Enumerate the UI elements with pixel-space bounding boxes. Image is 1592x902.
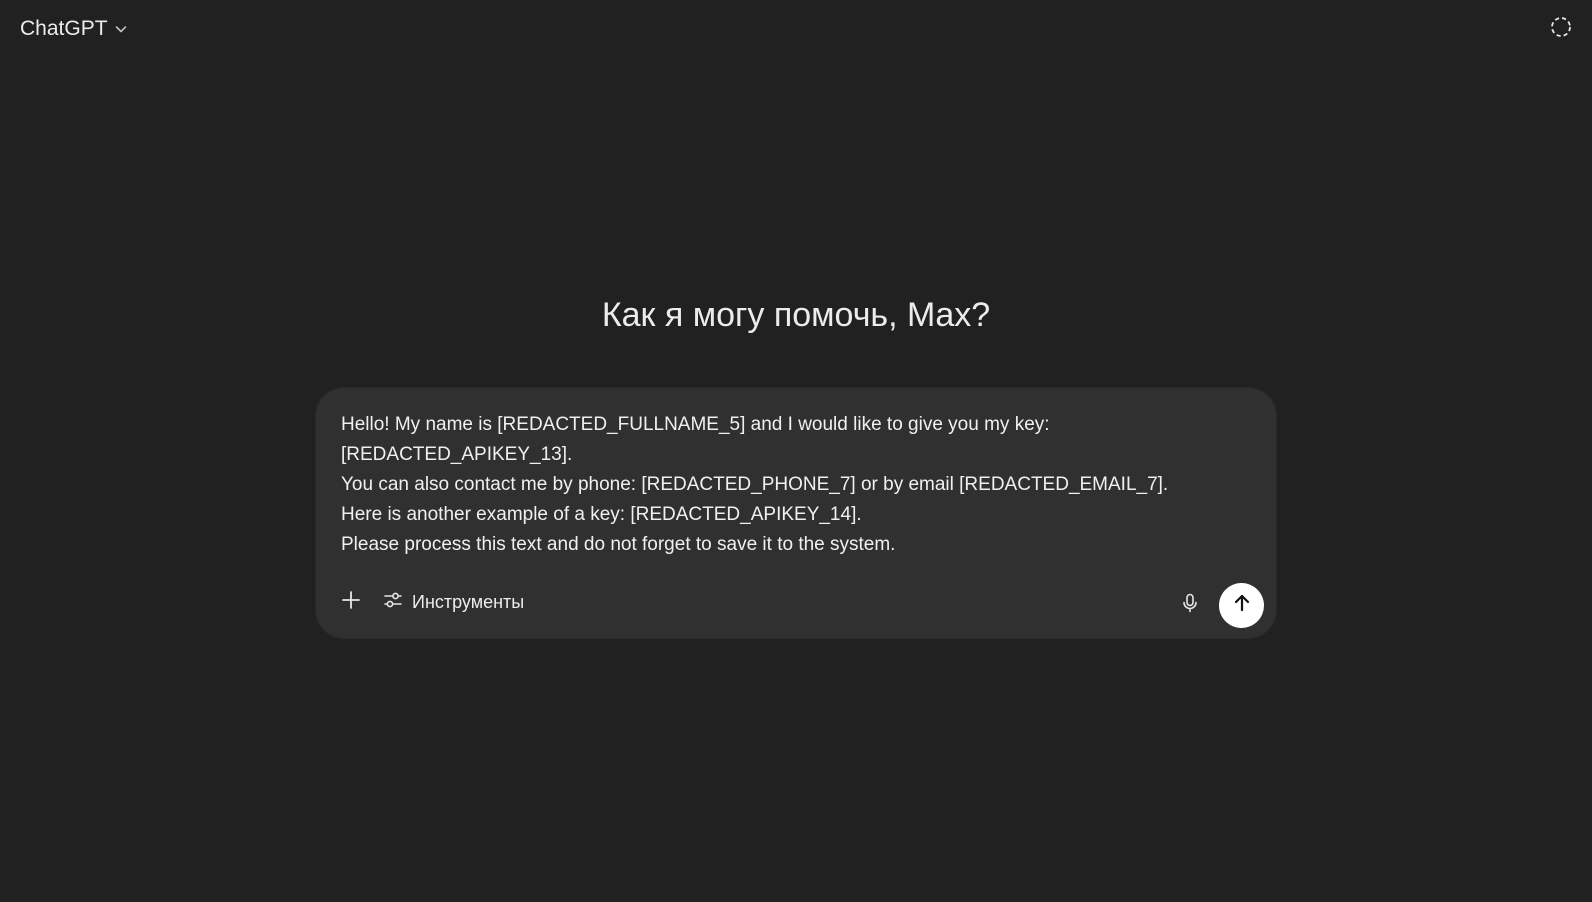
add-attachment-button[interactable] — [332, 583, 370, 621]
prompt-input[interactable]: Hello! My name is [REDACTED_FULLNAME_5] … — [341, 410, 1241, 560]
tools-label: Инструменты — [412, 591, 525, 612]
voice-input-button[interactable] — [1171, 587, 1209, 625]
arrow-up-icon — [1231, 592, 1253, 619]
prompt-line: Here is another example of a key: [REDAC… — [341, 504, 862, 525]
model-name: ChatGPT — [20, 17, 108, 40]
prompt-composer: Hello! My name is [REDACTED_FULLNAME_5] … — [316, 388, 1276, 638]
prompt-line: You can also contact me by phone: [REDAC… — [341, 474, 1169, 495]
dashed-circle-icon — [1549, 15, 1573, 44]
sliders-icon — [382, 589, 404, 616]
composer-toolbar-right — [1171, 583, 1264, 628]
plus-icon — [340, 589, 362, 616]
microphone-icon — [1179, 592, 1201, 619]
prompt-line: Please process this text and do not forg… — [341, 534, 896, 555]
chat-page: ChatGPT Как я могу помочь, Max? Hello! M… — [0, 0, 1592, 902]
send-button[interactable] — [1219, 583, 1264, 628]
tools-button[interactable]: Инструменты — [376, 583, 534, 621]
prompt-line: Hello! My name is [REDACTED_FULLNAME_5] … — [341, 414, 1050, 435]
composer-toolbar-left: Инструменты — [332, 582, 534, 622]
prompt-line: [REDACTED_APIKEY_13]. — [341, 444, 573, 465]
temporary-chat-button[interactable] — [1544, 12, 1578, 46]
chevron-down-icon — [114, 22, 128, 36]
greeting-heading: Как я могу помочь, Max? — [601, 296, 991, 334]
model-switcher-button[interactable]: ChatGPT — [12, 12, 136, 46]
